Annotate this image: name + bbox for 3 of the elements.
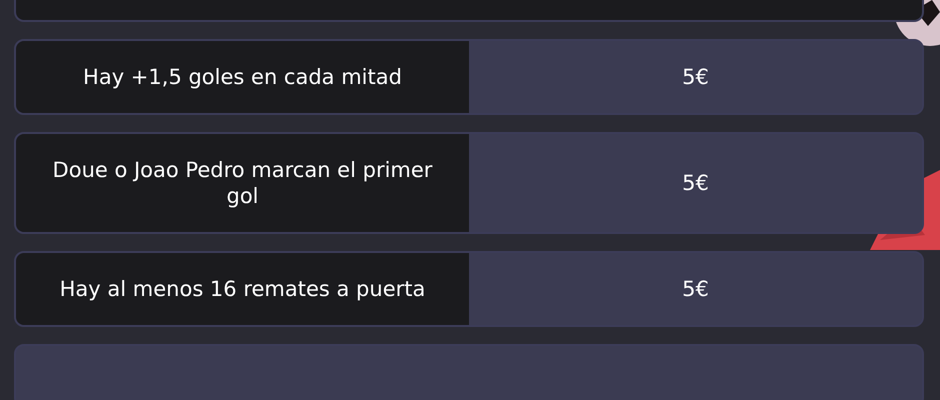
bet-question: Hay +1,5 goles en cada mitad: [16, 41, 469, 113]
bet-question: Hay al menos 16 remates a puerta: [16, 253, 469, 325]
bet-question: Doue o Joao Pedro marcan el primer gol: [16, 134, 469, 232]
